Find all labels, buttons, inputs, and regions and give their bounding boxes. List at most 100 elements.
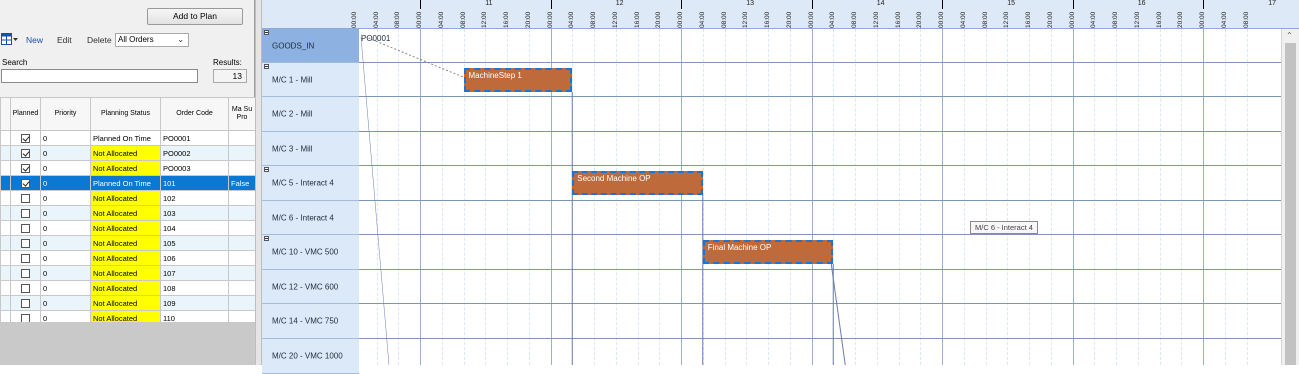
table-row[interactable]: 0 Not Allocated 109 — [0, 295, 256, 311]
hour-label: 20:00 — [524, 11, 532, 28]
expand-collapse-icon[interactable] — [264, 236, 269, 241]
planned-cell[interactable] — [10, 250, 41, 266]
hour-label: 20:00 — [1177, 11, 1185, 28]
row-indicator[interactable] — [0, 205, 11, 221]
hour-label: 00:00 — [546, 11, 554, 28]
table-row[interactable]: 0 Not Allocated 103 — [0, 205, 256, 221]
gantt-task-bar[interactable]: Final Machine OP — [702, 240, 834, 264]
resource-row-header[interactable]: M/C 20 - VMC 1000 — [262, 339, 359, 374]
panel-splitter[interactable] — [255, 0, 262, 365]
gantt-task-bar[interactable]: Second Machine OP — [572, 171, 703, 195]
planned-cell[interactable] — [10, 160, 41, 176]
orders-filter-select[interactable]: All Orders ⌄ — [115, 33, 189, 47]
resource-label: M/C 2 - Mill — [272, 109, 313, 119]
order-code-cell: 106 — [160, 250, 229, 266]
planning-status-cell: Not Allocated — [90, 145, 161, 161]
table-row[interactable]: 0 Not Allocated 108 — [0, 280, 256, 296]
planned-cell[interactable] — [10, 220, 41, 236]
planned-cell[interactable] — [10, 145, 41, 161]
resource-row-header[interactable]: M/C 3 - Mill — [262, 132, 359, 166]
column-header-priority[interactable]: Priority — [40, 97, 91, 131]
resource-row-header[interactable]: M/C 10 - VMC 500 — [262, 235, 359, 270]
row-indicator[interactable] — [0, 295, 11, 311]
priority-cell: 0 — [40, 145, 91, 161]
planned-cell[interactable] — [10, 295, 41, 311]
resource-row-header[interactable]: M/C 1 - Mill — [262, 63, 359, 97]
column-header-planned[interactable]: Planned — [10, 97, 41, 131]
column-header-extra[interactable]: Ma Su Pro — [228, 97, 256, 131]
planned-checkbox[interactable] — [21, 178, 30, 188]
hour-label: 04:00 — [437, 11, 445, 28]
search-label: Search — [2, 58, 28, 67]
planned-checkbox[interactable] — [21, 238, 30, 248]
planned-cell[interactable] — [10, 130, 41, 146]
row-indicator[interactable] — [0, 250, 11, 266]
row-indicator[interactable] — [0, 235, 11, 251]
row-indicator[interactable] — [0, 130, 11, 146]
planned-checkbox[interactable] — [21, 268, 30, 278]
planned-cell[interactable] — [10, 205, 41, 221]
planned-cell[interactable] — [10, 265, 41, 281]
add-to-plan-button[interactable]: Add to Plan — [147, 8, 243, 25]
grid-menu-icon[interactable] — [1, 33, 19, 46]
row-indicator[interactable] — [0, 190, 11, 206]
planned-checkbox[interactable] — [21, 298, 30, 308]
delete-button[interactable]: Delete — [87, 35, 112, 45]
resource-row-header[interactable]: M/C 6 - Interact 4 — [262, 201, 359, 235]
column-header-indicator[interactable] — [0, 97, 11, 131]
gantt-task-bar[interactable]: MachineStep 1 — [463, 68, 573, 92]
resource-row-header[interactable]: M/C 5 - Interact 4 — [262, 166, 359, 201]
planned-checkbox[interactable] — [21, 223, 30, 233]
planned-checkbox[interactable] — [21, 253, 30, 263]
expand-collapse-icon[interactable] — [264, 167, 269, 172]
table-row[interactable]: 0 Not Allocated PO0002 — [0, 145, 256, 161]
order-code-cell: 102 — [160, 190, 229, 206]
day-label: 15 — [1007, 0, 1016, 7]
resource-label: M/C 20 - VMC 1000 — [272, 351, 343, 361]
search-input[interactable] — [1, 69, 198, 83]
planned-cell[interactable] — [10, 175, 41, 191]
table-row[interactable]: 0 Not Allocated 105 — [0, 235, 256, 251]
row-indicator[interactable] — [0, 220, 11, 236]
resource-label: M/C 1 - Mill — [272, 75, 313, 84]
edit-button[interactable]: Edit — [57, 35, 72, 45]
planned-cell[interactable] — [10, 280, 41, 296]
order-code-cell: PO0002 — [160, 145, 229, 161]
row-indicator[interactable] — [0, 160, 11, 176]
vertical-scrollbar[interactable]: ⌃ — [1281, 29, 1299, 365]
scrollbar-thumb[interactable] — [1285, 43, 1296, 365]
row-indicator[interactable] — [0, 145, 11, 161]
scroll-up-icon[interactable]: ⌃ — [1286, 31, 1293, 40]
table-row[interactable]: 0 Not Allocated PO0003 — [0, 160, 256, 176]
resource-row-header[interactable]: M/C 14 - VMC 750 — [262, 304, 359, 339]
resource-row-header[interactable]: GOODS_IN — [262, 29, 359, 63]
row-indicator[interactable] — [0, 280, 11, 296]
table-row[interactable]: 0 Planned On Time PO0001 — [0, 130, 256, 146]
planned-checkbox[interactable] — [21, 148, 30, 158]
planned-checkbox[interactable] — [21, 163, 30, 173]
table-row[interactable]: 0 Planned On Time 101 False — [0, 175, 256, 191]
table-row[interactable]: 0 Not Allocated 107 — [0, 265, 256, 281]
resource-row-header[interactable]: M/C 2 - Mill — [262, 97, 359, 132]
planned-checkbox[interactable] — [21, 133, 30, 143]
table-row[interactable]: 0 Not Allocated 104 — [0, 220, 256, 236]
planned-checkbox[interactable] — [21, 283, 30, 293]
planned-checkbox[interactable] — [21, 208, 30, 218]
day-tick — [681, 0, 682, 9]
row-indicator[interactable] — [0, 265, 11, 281]
table-row[interactable]: 0 Not Allocated 102 — [0, 190, 256, 206]
table-row[interactable]: 0 Not Allocated 106 — [0, 250, 256, 266]
resource-row-header[interactable]: M/C 12 - VMC 600 — [262, 270, 359, 304]
expand-collapse-icon[interactable] — [264, 30, 269, 35]
new-button[interactable]: New — [26, 35, 43, 45]
hour-label: 00:00 — [677, 11, 684, 28]
planned-checkbox[interactable] — [21, 193, 30, 203]
priority-cell: 0 — [40, 220, 91, 236]
planning-status-cell: Not Allocated — [90, 220, 161, 236]
row-indicator[interactable] — [0, 175, 11, 191]
column-header-planning-status[interactable]: Planning Status — [90, 97, 161, 131]
planned-cell[interactable] — [10, 190, 41, 206]
expand-collapse-icon[interactable] — [264, 64, 269, 69]
column-header-order-code[interactable]: Order Code — [160, 97, 229, 131]
planned-cell[interactable] — [10, 235, 41, 251]
